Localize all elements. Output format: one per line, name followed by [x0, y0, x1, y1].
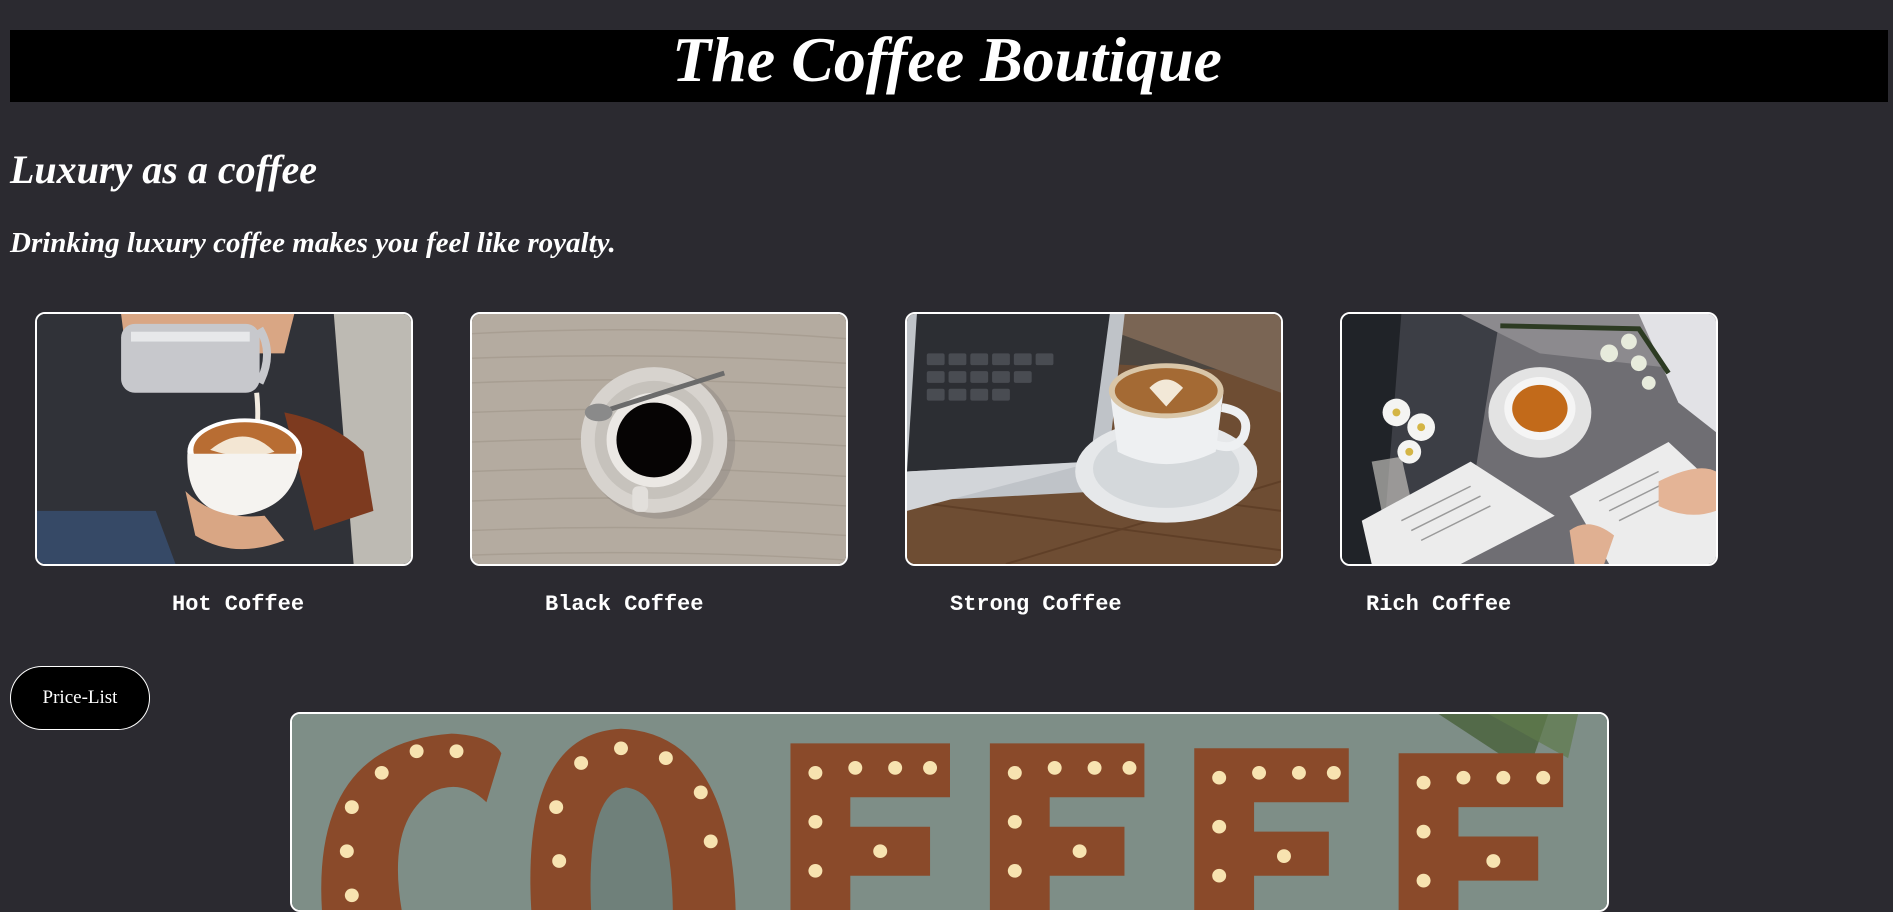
- black-coffee-label: Black Coffee: [545, 592, 704, 617]
- strong-coffee-label: Strong Coffee: [950, 592, 1122, 617]
- black-coffee-image: [470, 312, 848, 566]
- rich-coffee-image: [1340, 312, 1718, 566]
- site-title: The Coffee Boutique: [672, 24, 1222, 95]
- hot-coffee-label: Hot Coffee: [172, 592, 305, 617]
- site-header: The Coffee Boutique: [10, 24, 1888, 102]
- hot-coffee-image: [35, 312, 413, 566]
- coffee-sign-banner: [290, 712, 1609, 912]
- tagline: Luxury as a coffee: [10, 147, 317, 192]
- rich-coffee-label: Rich Coffee: [1366, 592, 1512, 617]
- price-list-button[interactable]: Price-List: [10, 666, 150, 730]
- subline: Drinking luxury coffee makes you feel li…: [10, 227, 616, 259]
- strong-coffee-image: [905, 312, 1283, 566]
